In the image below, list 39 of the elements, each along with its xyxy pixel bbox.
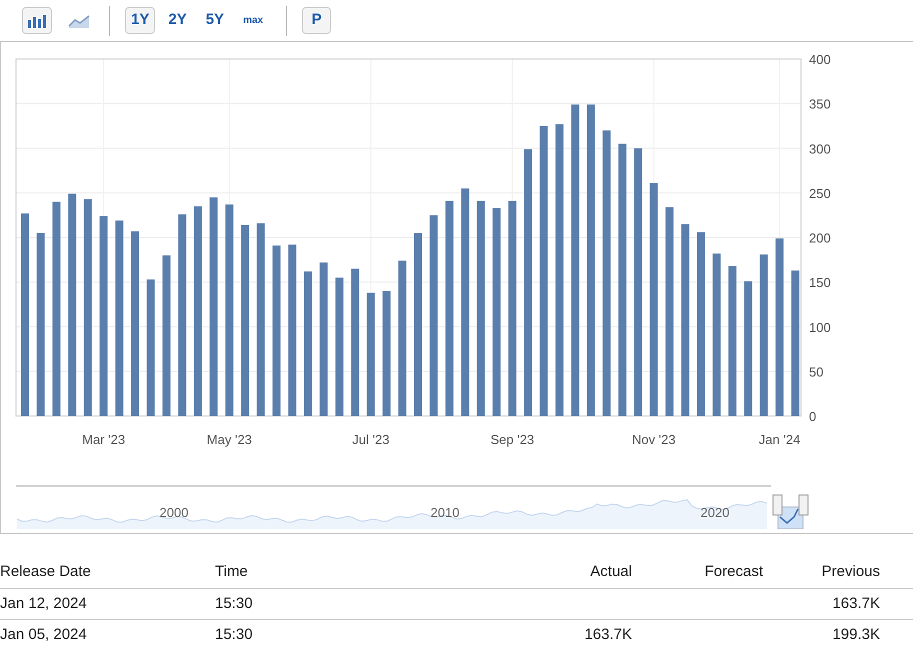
- y-axis-label: 150: [809, 275, 831, 290]
- x-axis-label: Mar '23: [82, 432, 126, 447]
- y-axis-label: 400: [809, 52, 831, 67]
- range-tab[interactable]: 5Y: [200, 7, 230, 34]
- table-cell-text: Jan 05, 2024: [0, 624, 88, 645]
- table-cell-text: Jan 12, 2024: [0, 594, 88, 614]
- y-axis-label: 100: [809, 320, 831, 335]
- x-axis-label: Jul '23: [352, 432, 390, 447]
- bar-chart-icon: [27, 14, 47, 28]
- navigator-year-label: 2000: [160, 505, 188, 520]
- x-axis-label: Sep '23: [490, 432, 534, 447]
- table-cell-text: 163.7K: [584, 624, 632, 645]
- table-cell-text: 15:30: [215, 624, 254, 645]
- y-axis-label: 250: [809, 186, 831, 201]
- y-axis-label: 300: [809, 141, 831, 156]
- y-axis-label: 200: [809, 230, 831, 246]
- area-chart-icon: [68, 14, 90, 28]
- y-axis-label: 0: [809, 409, 816, 424]
- column-header: Time: [215, 562, 249, 582]
- range-tab[interactable]: 1Y: [125, 7, 156, 34]
- p-button[interactable]: P: [302, 7, 332, 34]
- x-axis-label: Nov '23: [632, 432, 676, 447]
- table-cell-text: 199.3K: [832, 624, 880, 645]
- column-header: Actual: [590, 562, 632, 582]
- x-axis-label: Jan '24: [758, 432, 800, 447]
- range-selector[interactable]: [772, 494, 808, 529]
- navigator-year-label: 2020: [700, 505, 730, 520]
- navigator-year-label: 2010: [430, 505, 460, 520]
- column-header: Previous: [822, 562, 880, 582]
- y-axis-label: 350: [809, 96, 831, 112]
- chart-type-button[interactable]: [22, 7, 52, 34]
- y-axis-label: 50: [809, 364, 824, 380]
- table-cell-text: 163.7K: [832, 594, 880, 614]
- range-tab[interactable]: 2Y: [162, 7, 193, 34]
- range-tab[interactable]: max: [237, 7, 270, 34]
- column-header: Forecast: [704, 562, 763, 582]
- x-axis-label: May '23: [206, 432, 252, 447]
- table-cell-text: 15:30: [215, 594, 254, 614]
- column-header: Release Date: [0, 562, 92, 582]
